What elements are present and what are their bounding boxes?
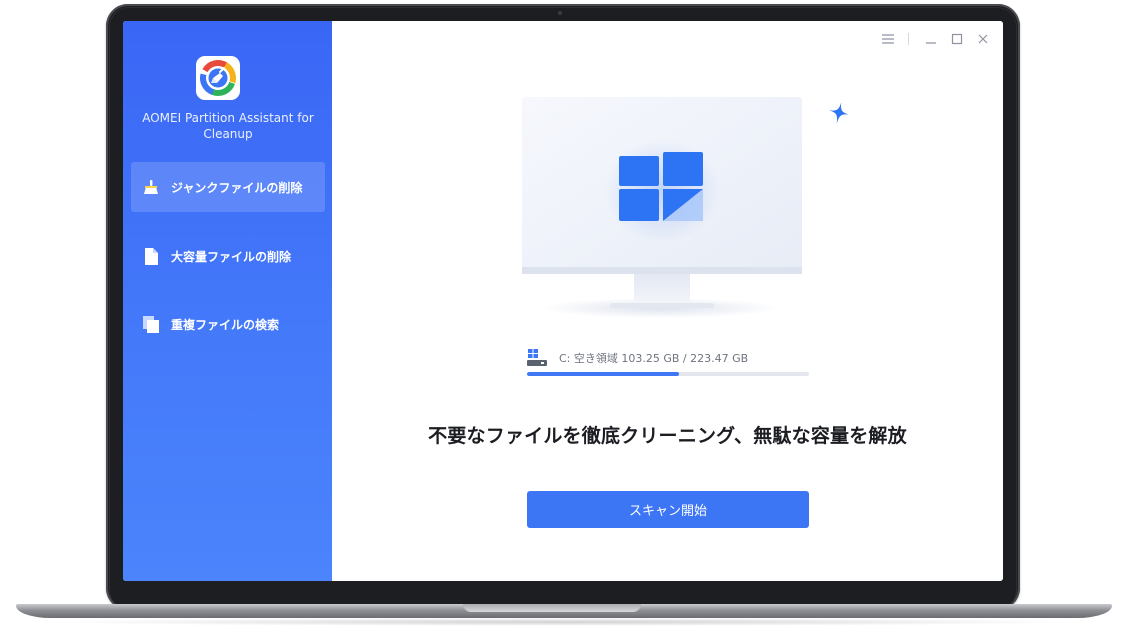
main-panel: C: 空き領域 103.25 GB / 223.47 GB 不要なファイルを徹底… [332,21,1003,581]
duplicate-files-icon [143,315,159,333]
app-name: AOMEI Partition Assistant for Cleanup [142,111,314,141]
sidebar-item-label: 重複ファイルの検索 [171,317,280,332]
main-headline: 不要なファイルを徹底クリーニング、無駄な容量を解放 [428,425,907,447]
laptop-notch [463,604,641,612]
sidebar-item-label: ジャンクファイルの削除 [171,180,303,195]
drive-space-text: C: 空き領域 103.25 GB / 223.47 GB [559,352,749,365]
drive-usage-bar [527,372,809,376]
minimize-icon[interactable] [921,30,941,48]
app-window: AOMEI Partition Assistant for Cleanup ジャ… [123,21,1003,581]
camera-icon [558,11,562,15]
drive-usage-fill [527,372,680,376]
window-controls-divider [908,33,909,45]
app-logo-icon [196,56,240,100]
sidebar-item-label: 大容量ファイルの削除 [171,249,292,264]
menu-icon[interactable] [878,30,898,48]
sidebar: AOMEI Partition Assistant for Cleanup ジャ… [123,21,332,581]
close-icon[interactable] [973,30,993,48]
sidebar-item-junk-files[interactable]: ジャンクファイルの削除 [131,162,325,212]
window-controls [872,30,993,48]
file-icon [143,247,159,265]
broom-icon [143,178,159,196]
sparkle-icon [829,102,849,124]
drive-info: C: 空き領域 103.25 GB / 223.47 GB [527,348,809,368]
maximize-icon[interactable] [947,30,967,48]
monitor-illustration [522,97,802,318]
start-scan-button[interactable]: スキャン開始 [527,491,809,528]
drive-icon [527,349,547,366]
laptop-shadow [40,618,1088,626]
sidebar-item-duplicate-files[interactable]: 重複ファイルの検索 [131,299,325,349]
sidebar-item-large-files[interactable]: 大容量ファイルの削除 [131,231,325,281]
